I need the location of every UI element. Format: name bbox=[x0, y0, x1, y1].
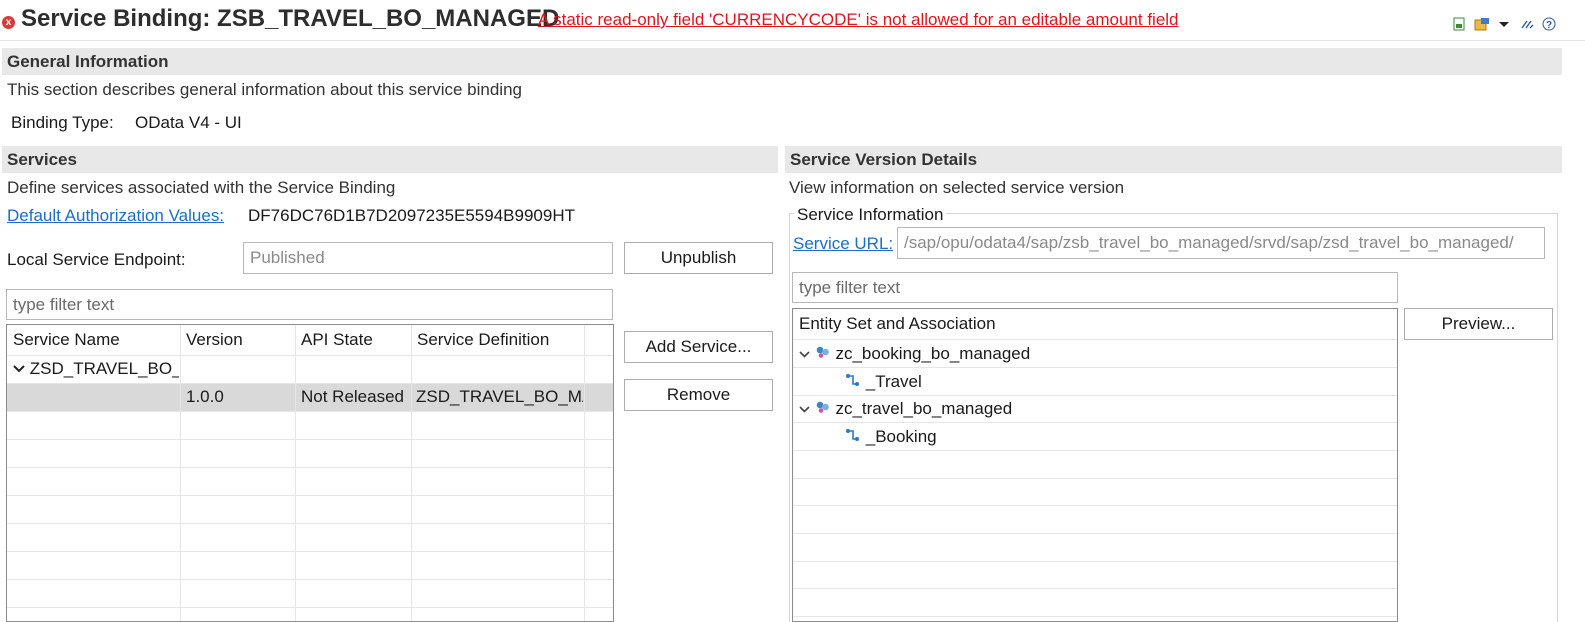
entity-set-name: zc_booking_bo_managed bbox=[835, 344, 1031, 363]
services-filter-input[interactable]: type filter text bbox=[6, 289, 613, 320]
help-icon[interactable]: ? bbox=[1542, 17, 1556, 31]
tree-item-entity[interactable]: zc_booking_bo_managed bbox=[799, 344, 1389, 364]
column-entity-set-association[interactable]: Entity Set and Association bbox=[793, 309, 1393, 339]
row-version[interactable]: 1.0.0 bbox=[186, 387, 291, 407]
association-name: _Travel bbox=[865, 372, 922, 391]
services-heading: Services bbox=[2, 146, 778, 173]
chevron-down-icon[interactable] bbox=[13, 361, 25, 377]
entity-set-name: zc_travel_bo_managed bbox=[835, 399, 1013, 418]
service-group-name: ZSD_TRAVEL_BO_M bbox=[29, 359, 179, 378]
association-name: _Booking bbox=[865, 427, 937, 446]
services-description: Define services associated with the Serv… bbox=[7, 178, 396, 197]
svg-text:?: ? bbox=[1546, 20, 1552, 31]
tree-item-association[interactable]: _Booking bbox=[845, 427, 1345, 447]
dropdown-icon[interactable] bbox=[1497, 17, 1511, 31]
column-version[interactable]: Version bbox=[180, 325, 295, 355]
version-details-description: View information on selected service ver… bbox=[789, 178, 1125, 197]
column-api-state[interactable]: API State bbox=[295, 325, 411, 355]
unpublish-button[interactable]: Unpublish bbox=[624, 242, 773, 274]
row-service-definition[interactable]: ZSD_TRAVEL_BO_MAI bbox=[416, 387, 583, 407]
column-service-definition[interactable]: Service Definition bbox=[411, 325, 584, 355]
service-url-field: /sap/opu/odata4/sap/zsb_travel_bo_manage… bbox=[897, 227, 1545, 259]
tree-item-entity[interactable]: zc_travel_bo_managed bbox=[799, 399, 1389, 419]
service-url-link[interactable]: Service URL: bbox=[793, 234, 893, 254]
error-message-link[interactable]: A static read-only field 'CURRENCYCODE' … bbox=[538, 10, 1179, 30]
page-title: Service Binding: ZSB_TRAVEL_BO_MANAGED bbox=[21, 5, 560, 32]
error-icon: x bbox=[2, 16, 15, 29]
authorization-value: DF76DC76D1B7D2097235E5594B9909HT bbox=[248, 206, 575, 225]
general-info-description: This section describes general informati… bbox=[7, 80, 522, 99]
association-icon bbox=[845, 427, 866, 446]
binding-type-value: OData V4 - UI bbox=[135, 113, 242, 132]
entity-filter-input[interactable]: type filter text bbox=[792, 272, 1398, 303]
row-api-state[interactable]: Not Released bbox=[301, 387, 409, 407]
general-info-heading: General Information bbox=[2, 48, 1562, 75]
column-service-name[interactable]: Service Name bbox=[7, 325, 180, 355]
binding-type-label: Binding Type: bbox=[11, 113, 114, 132]
link-icon[interactable] bbox=[1520, 17, 1534, 31]
add-service-button[interactable]: Add Service... bbox=[624, 331, 773, 363]
service-information-label: Service Information bbox=[794, 205, 947, 225]
chevron-down-icon[interactable] bbox=[799, 401, 810, 417]
service-group-row[interactable]: ZSD_TRAVEL_BO_M bbox=[13, 359, 179, 379]
entity-set-tree[interactable]: Entity Set and Association zc_booking_bo… bbox=[792, 308, 1398, 622]
remove-button[interactable]: Remove bbox=[624, 379, 773, 411]
entity-set-icon bbox=[815, 399, 836, 418]
services-table[interactable]: Service Name Version API State Service D… bbox=[6, 324, 614, 622]
default-authorization-link[interactable]: Default Authorization Values: bbox=[7, 206, 224, 226]
local-endpoint-label: Local Service Endpoint: bbox=[7, 250, 186, 269]
settings-icon[interactable] bbox=[1474, 17, 1489, 31]
local-endpoint-field: Published bbox=[243, 242, 613, 274]
version-details-heading: Service Version Details bbox=[785, 146, 1562, 173]
preview-button[interactable]: Preview... bbox=[1404, 308, 1553, 340]
entity-set-icon bbox=[815, 344, 836, 363]
export-icon[interactable] bbox=[1452, 17, 1466, 31]
tree-item-association[interactable]: _Travel bbox=[845, 372, 1345, 392]
chevron-down-icon[interactable] bbox=[799, 346, 810, 362]
association-icon bbox=[845, 372, 866, 391]
